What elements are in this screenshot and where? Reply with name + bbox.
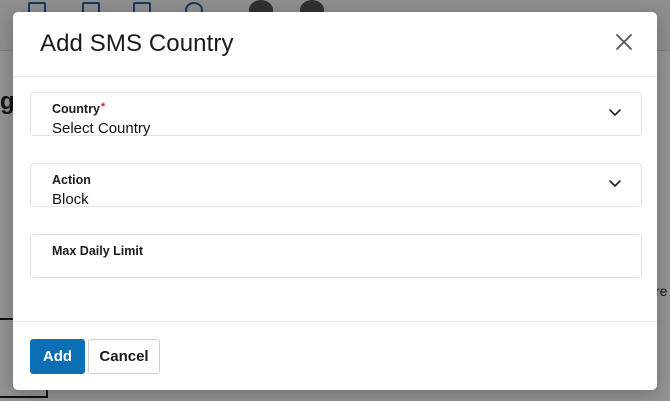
action-label: Action bbox=[52, 173, 91, 187]
dialog-footer: Add Cancel bbox=[13, 321, 657, 390]
close-icon bbox=[616, 34, 632, 50]
chevron-down-icon bbox=[609, 180, 621, 188]
required-marker: * bbox=[100, 101, 106, 113]
dialog-title: Add SMS Country bbox=[40, 30, 234, 57]
add-button[interactable]: Add bbox=[30, 339, 85, 374]
country-value: Select Country bbox=[52, 120, 151, 137]
max-daily-limit-label: Max Daily Limit bbox=[52, 244, 143, 258]
add-sms-country-dialog: Add SMS Country Country* Select Country … bbox=[13, 12, 657, 390]
close-button[interactable] bbox=[613, 31, 635, 53]
dialog-header: Add SMS Country bbox=[13, 12, 657, 77]
country-select[interactable]: Country* Select Country bbox=[30, 92, 642, 137]
cancel-button[interactable]: Cancel bbox=[88, 339, 160, 374]
chevron-down-icon bbox=[609, 109, 621, 117]
action-select[interactable]: Action Block bbox=[30, 163, 642, 208]
max-daily-limit-input[interactable] bbox=[51, 259, 611, 275]
country-label: Country* bbox=[52, 101, 106, 116]
action-value: Block bbox=[52, 191, 89, 208]
dialog-body: Country* Select Country Action Block Max… bbox=[13, 77, 657, 321]
max-daily-limit-field[interactable]: Max Daily Limit bbox=[30, 234, 642, 278]
